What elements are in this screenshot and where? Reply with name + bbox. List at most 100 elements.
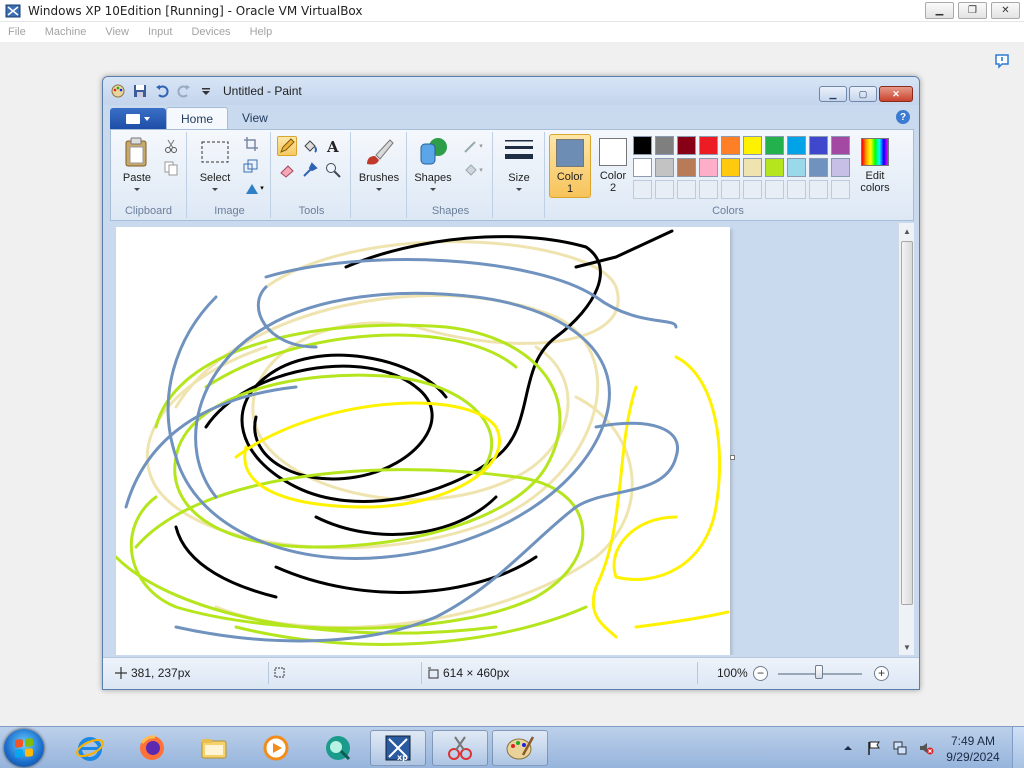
tab-view[interactable]: View (228, 107, 282, 129)
vbox-restore-button[interactable]: ❐ (958, 2, 987, 19)
shapes-button[interactable]: Shapes (411, 134, 455, 200)
network-icon[interactable] (892, 740, 908, 756)
undo-icon[interactable] (155, 84, 169, 98)
zoom-out-button[interactable]: − (753, 666, 768, 681)
palette-swatch[interactable] (787, 136, 806, 155)
palette-swatch[interactable] (699, 158, 718, 177)
notification-icon[interactable] (994, 53, 1010, 69)
zoom-in-button[interactable]: + (874, 666, 889, 681)
color1-button[interactable]: Color 1 (549, 134, 591, 198)
select-button[interactable]: Select (193, 134, 237, 200)
brushes-button[interactable]: Brushes (357, 134, 401, 200)
palette-swatch[interactable] (765, 136, 784, 155)
eraser-button[interactable] (277, 160, 297, 180)
palette-custom-slot[interactable] (787, 180, 806, 199)
system-tray (840, 727, 934, 768)
taskbar-media-player[interactable] (248, 730, 304, 766)
palette-swatch[interactable] (699, 136, 718, 155)
menu-help[interactable]: Help (250, 26, 273, 38)
menu-devices[interactable]: Devices (191, 26, 230, 38)
palette-swatch[interactable] (633, 158, 652, 177)
palette-custom-slot[interactable] (809, 180, 828, 199)
palette-swatch[interactable] (787, 158, 806, 177)
help-icon[interactable]: ? (896, 110, 910, 124)
color-picker-button[interactable] (300, 160, 320, 180)
taskbar-snipping-tool[interactable] (432, 730, 488, 766)
palette-swatch[interactable] (655, 136, 674, 155)
palette-swatch[interactable] (721, 158, 740, 177)
paint-menu-button[interactable] (110, 108, 166, 129)
scroll-down-arrow[interactable]: ▼ (899, 639, 915, 655)
action-center-flag-icon[interactable] (866, 740, 882, 756)
palette-swatch[interactable] (809, 158, 828, 177)
palette-swatch[interactable] (633, 136, 652, 155)
taskbar-virtualbox[interactable]: xp (370, 730, 426, 766)
palette-custom-slot[interactable] (655, 180, 674, 199)
palette-swatch[interactable] (809, 136, 828, 155)
text-button[interactable]: A (323, 136, 343, 156)
volume-muted-icon[interactable] (918, 740, 934, 756)
menu-input[interactable]: Input (148, 26, 172, 38)
palette-custom-slot[interactable] (743, 180, 762, 199)
palette-swatch[interactable] (721, 136, 740, 155)
clock[interactable]: 7:49 AM 9/29/2024 (940, 733, 1006, 765)
scroll-thumb[interactable] (901, 241, 913, 605)
paint-app-icon[interactable] (111, 84, 125, 98)
palette-custom-slot[interactable] (699, 180, 718, 199)
vbox-minimize-button[interactable]: ▁ (925, 2, 954, 19)
vbox-close-button[interactable]: ✕ (991, 2, 1020, 19)
palette-swatch[interactable] (677, 136, 696, 155)
palette-swatch[interactable] (831, 136, 850, 155)
tab-home[interactable]: Home (166, 107, 229, 129)
redo-icon[interactable] (177, 84, 191, 98)
paint-minimize-button[interactable]: ▁ (819, 86, 847, 102)
canvas-resize-handle[interactable] (730, 455, 735, 460)
taskbar-app-teal[interactable] (310, 730, 366, 766)
zoom-slider-thumb[interactable] (815, 665, 823, 679)
palette-swatch[interactable] (655, 158, 674, 177)
zoom-level: 100% (717, 666, 748, 680)
canvas-size-value: 614 × 460px (443, 666, 510, 680)
show-desktop-button[interactable] (1012, 727, 1024, 768)
paint-close-button[interactable]: ✕ (879, 86, 913, 102)
rotate-button[interactable]: ▾ (241, 178, 267, 198)
copy-button[interactable] (161, 158, 181, 178)
taskbar-paint[interactable] (492, 730, 548, 766)
palette-custom-slot[interactable] (633, 180, 652, 199)
menu-machine[interactable]: Machine (45, 26, 87, 38)
outline-button[interactable]: ▾ (459, 136, 487, 156)
fill-button[interactable] (300, 136, 320, 156)
palette-custom-slot[interactable] (765, 180, 784, 199)
scroll-up-arrow[interactable]: ▲ (899, 223, 915, 239)
show-hidden-icons-icon[interactable] (840, 740, 856, 756)
resize-button[interactable] (241, 156, 261, 176)
size-button[interactable]: Size (497, 134, 541, 200)
taskbar-firefox[interactable] (124, 730, 180, 766)
palette-swatch[interactable] (831, 158, 850, 177)
cut-button[interactable] (161, 136, 181, 156)
menu-view[interactable]: View (105, 26, 129, 38)
palette-custom-slot[interactable] (677, 180, 696, 199)
pencil-button[interactable] (277, 136, 297, 156)
paint-maximize-button[interactable]: ▢ (849, 86, 877, 102)
drawing-canvas[interactable] (116, 227, 730, 655)
palette-swatch[interactable] (677, 158, 696, 177)
customize-qat-icon[interactable] (199, 84, 213, 98)
menu-file[interactable]: File (8, 26, 26, 38)
edit-colors-button[interactable]: Edit colors (853, 134, 897, 200)
fill-shape-button[interactable]: ▾ (459, 160, 487, 180)
magnifier-button[interactable] (323, 160, 343, 180)
paste-button[interactable]: Paste (115, 134, 159, 200)
palette-custom-slot[interactable] (721, 180, 740, 199)
palette-custom-slot[interactable] (831, 180, 850, 199)
taskbar-internet-explorer[interactable] (62, 730, 118, 766)
crop-button[interactable] (241, 134, 261, 154)
palette-swatch[interactable] (743, 158, 762, 177)
taskbar-explorer[interactable] (186, 730, 242, 766)
color2-button[interactable]: Color 2 (593, 134, 633, 198)
save-icon[interactable] (133, 84, 147, 98)
start-button[interactable] (4, 729, 44, 767)
palette-swatch[interactable] (765, 158, 784, 177)
vertical-scrollbar[interactable]: ▲ ▼ (898, 223, 914, 655)
palette-swatch[interactable] (743, 136, 762, 155)
